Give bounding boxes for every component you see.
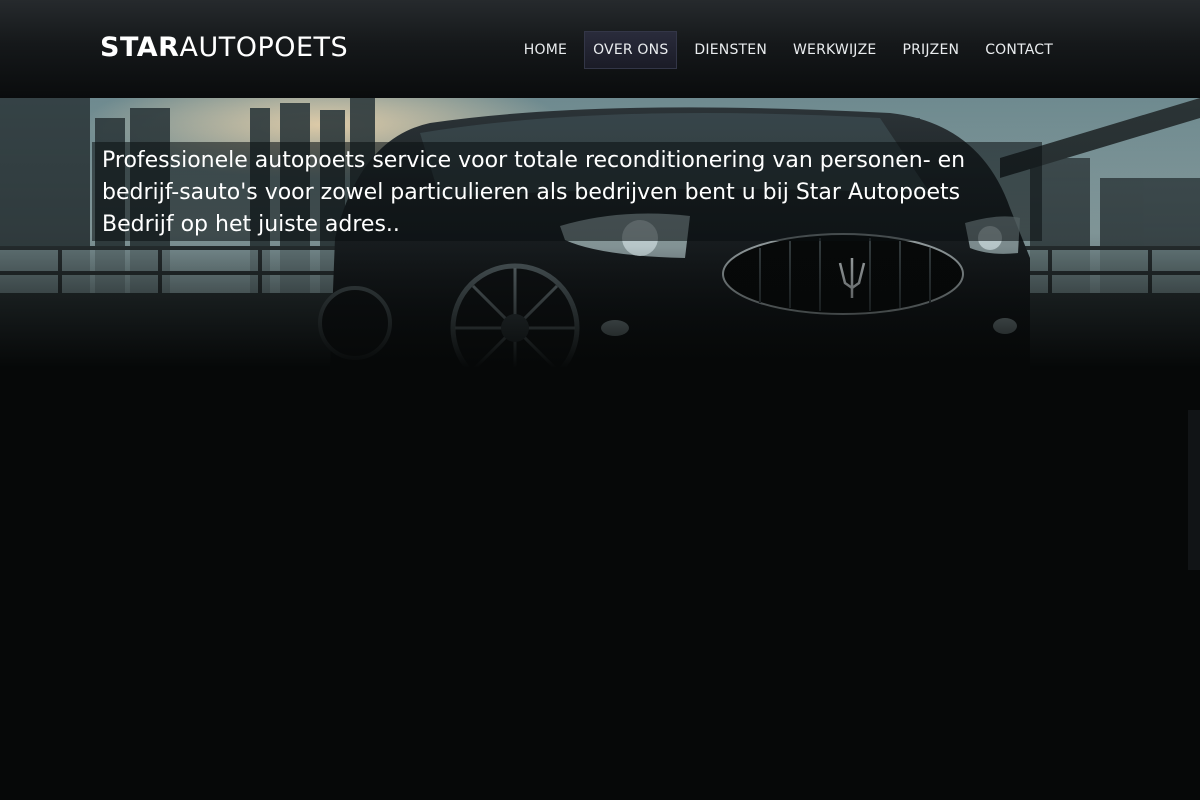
nav-item-contact[interactable]: CONTACT [976, 31, 1062, 69]
nav-item-prijzen[interactable]: PRIJZEN [893, 31, 968, 69]
site-logo[interactable]: STARAUTOPOETS [100, 32, 348, 64]
main-nav: HOME OVER ONS DIENSTEN WERKWIJZE PRIJZEN… [515, 31, 1062, 69]
site-header: STARAUTOPOETS HOME OVER ONS DIENSTEN WER… [0, 0, 1200, 98]
nav-item-home[interactable]: HOME [515, 31, 576, 69]
nav-item-diensten[interactable]: DIENSTEN [685, 31, 776, 69]
logo-bold-text: STAR [100, 32, 180, 63]
hero-tagline-text: Professionele autopoets service voor tot… [102, 148, 966, 237]
scrollbar[interactable] [1188, 410, 1200, 570]
logo-light-text: AUTOPOETS [179, 32, 349, 63]
hero-tagline: Professionele autopoets service voor tot… [92, 142, 1042, 241]
nav-item-over-ons[interactable]: OVER ONS [584, 31, 678, 69]
nav-item-werkwijze[interactable]: WERKWIJZE [784, 31, 885, 69]
